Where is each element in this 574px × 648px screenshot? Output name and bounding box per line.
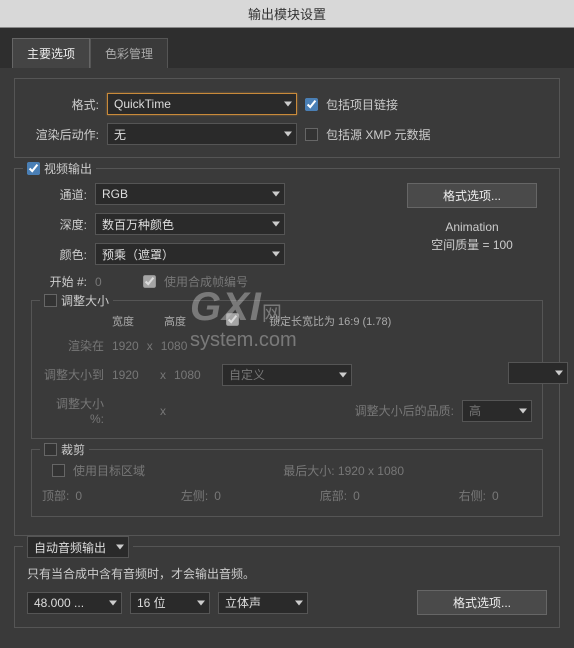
audio-mode-value: 自动音频输出 <box>34 539 106 556</box>
codec-quality: 空间质量 = 100 <box>397 236 547 254</box>
video-output-checkbox[interactable] <box>27 162 40 175</box>
resize-quality-label: 调整大小后的品质: <box>355 402 454 419</box>
include-xmp-checkbox[interactable] <box>305 128 318 141</box>
chevron-down-icon <box>272 222 280 227</box>
use-comp-num-label: 使用合成帧编号 <box>164 273 248 290</box>
audio-rate-dropdown[interactable]: 48.000 ... <box>27 592 122 614</box>
use-roi-label: 使用目标区域 <box>73 462 145 479</box>
resize-width[interactable]: 1920 <box>112 368 152 382</box>
width-header: 宽度 <box>112 313 134 329</box>
audio-channels-dropdown[interactable]: 立体声 <box>218 592 308 614</box>
render-at-label: 渲染在 <box>42 337 104 354</box>
post-action-dropdown[interactable]: 无 <box>107 123 297 145</box>
depth-value: 数百万种颜色 <box>102 216 174 233</box>
resize-to-label: 调整大小到 <box>42 366 104 383</box>
channel-label: 通道: <box>27 186 87 203</box>
format-label: 格式: <box>27 96 99 113</box>
format-section: 格式: QuickTime 包括项目链接 渲染后动作: 无 包括源 XMP 元数… <box>14 78 560 158</box>
render-height: 1080 <box>161 339 188 353</box>
resize-preset-dropdown: 自定义 <box>222 364 352 386</box>
crop-top-label: 顶部: <box>42 487 69 504</box>
include-project-link-checkbox[interactable] <box>305 98 318 111</box>
resize-section: 调整大小 宽度 高度 锁定长宽比为 16:9 (1.78) 渲染在 1920 x… <box>31 300 543 439</box>
chevron-down-icon <box>284 102 292 107</box>
crop-top-value[interactable]: 0 <box>75 489 115 503</box>
tab-main[interactable]: 主要选项 <box>12 38 90 68</box>
resize-preset-value: 自定义 <box>229 366 265 383</box>
audio-note: 只有当合成中含有音频时，才会输出音频。 <box>27 565 255 582</box>
resize-checkbox[interactable] <box>44 294 57 307</box>
post-action-value: 无 <box>114 126 126 143</box>
chevron-down-icon <box>109 600 117 605</box>
color-label: 颜色: <box>27 246 87 263</box>
resize-percent-label: 调整大小 %: <box>42 395 104 426</box>
resize-quality-dropdown: 高 <box>462 400 532 422</box>
tab-color[interactable]: 色彩管理 <box>90 38 168 68</box>
codec-name: Animation <box>397 218 547 236</box>
color-value: 预乘（遮罩） <box>102 246 174 263</box>
crop-legend: 裁剪 <box>61 441 85 458</box>
tab-bar: 主要选项 色彩管理 <box>0 28 574 68</box>
x-label: x <box>160 368 166 382</box>
chevron-down-icon <box>519 408 527 413</box>
final-size-label: 最后大小: 1920 x 1080 <box>283 462 404 479</box>
chevron-down-icon <box>116 545 124 550</box>
start-num-label: 开始 #: <box>27 273 87 290</box>
include-xmp-label: 包括源 XMP 元数据 <box>326 126 430 143</box>
crop-right-value[interactable]: 0 <box>492 489 532 503</box>
video-output-section: 视频输出 通道: RGB 深度: 数百万 <box>14 168 560 536</box>
chevron-down-icon <box>295 600 303 605</box>
channel-dropdown[interactable]: RGB <box>95 183 285 205</box>
resize-extra-dropdown <box>508 362 568 384</box>
audio-rate-value: 48.000 ... <box>34 596 84 610</box>
chevron-down-icon <box>339 372 347 377</box>
lock-aspect-label: 锁定长宽比为 16:9 (1.78) <box>269 313 391 329</box>
height-header: 高度 <box>164 313 186 329</box>
lock-aspect-checkbox <box>226 313 239 326</box>
audio-mode-dropdown[interactable]: 自动音频输出 <box>27 536 129 558</box>
depth-dropdown[interactable]: 数百万种颜色 <box>95 213 285 235</box>
depth-label: 深度: <box>27 216 87 233</box>
include-project-link-label: 包括项目链接 <box>326 96 398 113</box>
video-format-options-button[interactable]: 格式选项... <box>407 183 537 208</box>
video-output-legend: 视频输出 <box>44 160 92 177</box>
window-title: 输出模块设置 <box>0 0 574 28</box>
use-comp-num-checkbox <box>143 275 156 288</box>
resize-legend: 调整大小 <box>61 292 109 309</box>
crop-section: 裁剪 使用目标区域 最后大小: 1920 x 1080 顶部: 0 左侧: 0 … <box>31 449 543 517</box>
render-width: 1920 <box>112 339 139 353</box>
format-value: QuickTime <box>114 97 171 111</box>
chevron-down-icon <box>555 371 563 376</box>
post-action-label: 渲染后动作: <box>27 126 99 143</box>
x-label: x <box>147 339 153 353</box>
crop-bottom-value[interactable]: 0 <box>353 489 393 503</box>
start-num-value[interactable]: 0 <box>95 275 135 289</box>
resize-quality-value: 高 <box>469 402 481 419</box>
chevron-down-icon <box>284 132 292 137</box>
audio-format-options-button[interactable]: 格式选项... <box>417 590 547 615</box>
chevron-down-icon <box>272 252 280 257</box>
audio-bits-dropdown[interactable]: 16 位 <box>130 592 210 614</box>
audio-channels-value: 立体声 <box>225 594 261 611</box>
chevron-down-icon <box>272 192 280 197</box>
format-dropdown[interactable]: QuickTime <box>107 93 297 115</box>
crop-right-label: 右侧: <box>459 487 486 504</box>
x-label: x <box>160 404 166 418</box>
color-dropdown[interactable]: 预乘（遮罩） <box>95 243 285 265</box>
crop-left-label: 左侧: <box>181 487 208 504</box>
chevron-down-icon <box>197 600 205 605</box>
channel-value: RGB <box>102 187 128 201</box>
crop-left-value[interactable]: 0 <box>214 489 254 503</box>
audio-bits-value: 16 位 <box>137 594 166 611</box>
audio-section: 自动音频输出 只有当合成中含有音频时，才会输出音频。 48.000 ... 16… <box>14 546 560 628</box>
use-roi-checkbox <box>52 464 65 477</box>
main-panel: 格式: QuickTime 包括项目链接 渲染后动作: 无 包括源 XMP 元数… <box>0 68 574 648</box>
crop-bottom-label: 底部: <box>320 487 347 504</box>
crop-checkbox[interactable] <box>44 443 57 456</box>
resize-height[interactable]: 1080 <box>174 368 214 382</box>
